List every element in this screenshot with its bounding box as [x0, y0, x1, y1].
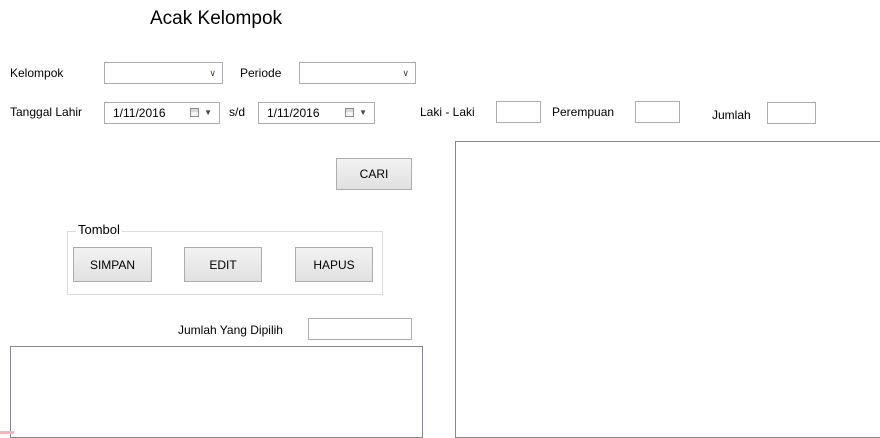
date-from-picker[interactable]: 1/11/2016 ▼: [104, 102, 220, 124]
jumlah-dipilih-label: Jumlah Yang Dipilih: [178, 323, 283, 337]
periode-label: Periode: [240, 66, 282, 80]
calendar-icon[interactable]: [190, 108, 199, 117]
jumlah-dipilih-field[interactable]: [308, 318, 412, 340]
simpan-button[interactable]: SIMPAN: [73, 247, 152, 282]
tanggal-lahir-label: Tanggal Lahir: [10, 105, 83, 119]
date-to-value: 1/11/2016: [267, 106, 320, 120]
perempuan-label: Perempuan: [552, 105, 615, 119]
tombol-group-label: Tombol: [76, 222, 122, 238]
kelompok-label: Kelompok: [10, 66, 64, 80]
chevron-down-icon: ∨: [209, 68, 216, 78]
selected-list-panel[interactable]: [10, 346, 423, 438]
sd-label: s/d: [229, 105, 246, 119]
date-to-picker[interactable]: 1/11/2016 ▼: [258, 102, 375, 124]
kelompok-select[interactable]: ∨: [104, 62, 223, 84]
jumlah-label: Jumlah: [712, 108, 751, 122]
chevron-down-icon: ∨: [402, 68, 409, 78]
result-grid-panel[interactable]: [455, 141, 880, 438]
date-from-value: 1/11/2016: [113, 106, 166, 120]
hapus-button[interactable]: HAPUS: [295, 247, 373, 282]
chevron-down-icon[interactable]: ▼: [204, 107, 212, 119]
periode-select[interactable]: ∨: [299, 62, 416, 84]
calendar-icon[interactable]: [345, 108, 354, 117]
laki-laki-label: Laki - Laki: [420, 105, 475, 119]
perempuan-field[interactable]: [635, 101, 680, 123]
chevron-down-icon[interactable]: ▼: [359, 107, 367, 119]
jumlah-field[interactable]: [767, 102, 816, 124]
edit-button[interactable]: EDIT: [184, 247, 262, 282]
cari-button[interactable]: CARI: [336, 158, 412, 190]
page-title: Acak Kelompok: [150, 8, 283, 29]
laki-laki-field[interactable]: [496, 101, 541, 123]
